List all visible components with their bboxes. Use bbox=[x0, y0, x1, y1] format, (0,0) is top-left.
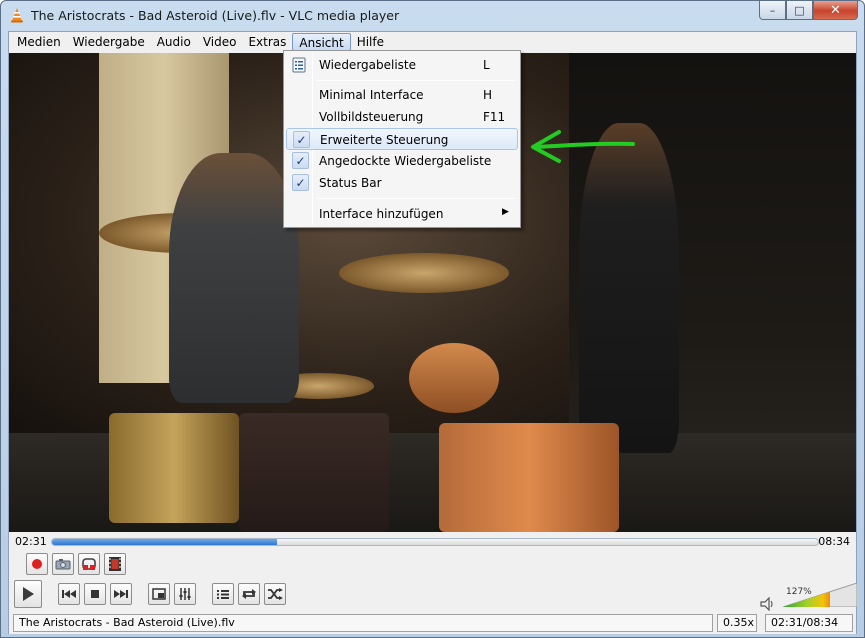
menu-item-label: Wiedergabeliste bbox=[319, 58, 417, 72]
frame-step-button[interactable] bbox=[104, 553, 126, 575]
close-button[interactable]: ✕ bbox=[813, 1, 858, 20]
fullscreen-button[interactable] bbox=[148, 583, 170, 605]
minimize-icon: – bbox=[769, 3, 776, 17]
snapshot-button[interactable] bbox=[52, 553, 74, 575]
checkmark-icon: ✓ bbox=[292, 174, 309, 191]
menu-item-interface-hinzufuegen[interactable]: Interface hinzufügen ▶ bbox=[286, 203, 518, 225]
menu-audio[interactable]: Audio bbox=[151, 33, 197, 51]
repeat-icon bbox=[242, 589, 256, 599]
elapsed-time: 02:31 bbox=[15, 535, 47, 548]
close-icon: ✕ bbox=[830, 2, 841, 18]
fullscreen-icon bbox=[152, 588, 166, 600]
status-filename: The Aristocrats - Bad Asteroid (Live).fl… bbox=[13, 614, 713, 632]
speaker-icon[interactable] bbox=[760, 597, 776, 611]
menu-separator bbox=[317, 80, 515, 81]
maximize-icon: □ bbox=[794, 3, 805, 17]
menu-item-shortcut: F11 bbox=[483, 110, 506, 124]
equalizer-button[interactable] bbox=[174, 583, 196, 605]
equalizer-icon bbox=[179, 588, 191, 600]
frame-step-icon bbox=[109, 557, 121, 571]
menu-item-label: Erweiterte Steuerung bbox=[320, 133, 449, 147]
playlist-button[interactable] bbox=[212, 583, 234, 605]
video-guitarist bbox=[579, 123, 679, 453]
menu-item-shortcut: H bbox=[483, 88, 493, 102]
previous-button[interactable] bbox=[58, 583, 80, 605]
seek-slider[interactable] bbox=[51, 538, 819, 546]
next-icon bbox=[114, 590, 128, 598]
menu-item-shortcut: L bbox=[483, 58, 490, 72]
video-drum bbox=[109, 413, 239, 523]
menu-ansicht[interactable]: Ansicht bbox=[292, 33, 351, 51]
stop-icon bbox=[91, 590, 99, 598]
menu-item-status-bar[interactable]: ✓ Status Bar bbox=[286, 172, 518, 194]
menu-item-label: Angedockte Wiedergabeliste bbox=[319, 154, 492, 168]
menu-item-wiedergabeliste[interactable]: Wiedergabeliste L bbox=[286, 54, 518, 76]
repeat-button[interactable] bbox=[238, 583, 260, 605]
menu-item-minimal-interface[interactable]: Minimal Interface H bbox=[286, 84, 518, 106]
stop-button[interactable] bbox=[84, 583, 106, 605]
window-title: The Aristocrats - Bad Asteroid (Live).fl… bbox=[31, 8, 400, 23]
record-icon bbox=[32, 559, 42, 569]
menu-video[interactable]: Video bbox=[197, 33, 243, 51]
submenu-arrow-icon: ▶ bbox=[502, 207, 509, 217]
video-drum bbox=[439, 423, 619, 532]
menu-item-label: Minimal Interface bbox=[319, 88, 424, 102]
play-button[interactable] bbox=[14, 580, 42, 608]
total-time: 08:34 bbox=[818, 535, 850, 548]
annotation-arrow-icon bbox=[531, 130, 635, 163]
menu-item-angedockte-wiedergabeliste[interactable]: ✓ Angedockte Wiedergabeliste bbox=[286, 150, 518, 172]
checkmark-icon: ✓ bbox=[292, 152, 309, 169]
menu-item-erweiterte-steuerung[interactable]: ✓ Erweiterte Steuerung bbox=[286, 128, 518, 150]
menu-item-vollbildsteuerung[interactable]: Vollbildsteuerung F11 bbox=[286, 106, 518, 128]
menu-hilfe[interactable]: Hilfe bbox=[351, 33, 390, 51]
maximize-button[interactable]: □ bbox=[786, 1, 813, 20]
status-speed[interactable]: 0.35x bbox=[717, 614, 757, 632]
seek-row: 02:31 08:34 bbox=[9, 532, 856, 552]
ansicht-menu: Wiedergabeliste L Minimal Interface H Vo… bbox=[283, 50, 521, 228]
video-drum bbox=[409, 343, 499, 413]
status-bar: The Aristocrats - Bad Asteroid (Live).fl… bbox=[9, 612, 856, 634]
record-button[interactable] bbox=[26, 553, 48, 575]
loop-ab-icon bbox=[82, 558, 96, 570]
snapshot-icon bbox=[55, 559, 71, 570]
menu-item-label: Vollbildsteuerung bbox=[319, 110, 424, 124]
previous-icon bbox=[62, 590, 76, 598]
menu-item-label: Interface hinzufügen bbox=[319, 207, 444, 221]
playlist-icon bbox=[292, 57, 306, 73]
next-button[interactable] bbox=[110, 583, 132, 605]
menu-wiedergabe[interactable]: Wiedergabe bbox=[67, 33, 151, 51]
menu-item-label: Status Bar bbox=[319, 176, 382, 190]
shuffle-button[interactable] bbox=[264, 583, 286, 605]
menu-medien[interactable]: Medien bbox=[11, 33, 67, 51]
vlc-cone-icon bbox=[11, 8, 23, 23]
play-icon bbox=[23, 587, 34, 601]
loop-ab-button[interactable] bbox=[78, 553, 100, 575]
video-drummer bbox=[169, 153, 299, 403]
checkmark-icon: ✓ bbox=[293, 131, 310, 148]
shuffle-icon bbox=[268, 588, 283, 600]
menu-extras[interactable]: Extras bbox=[242, 33, 292, 51]
seek-fill bbox=[52, 539, 277, 545]
playlist-icon bbox=[217, 590, 229, 599]
volume-slider[interactable] bbox=[783, 583, 857, 607]
video-drum bbox=[239, 413, 389, 532]
minimize-button[interactable]: – bbox=[759, 1, 786, 20]
status-time[interactable]: 02:31/08:34 bbox=[765, 614, 853, 632]
menu-separator bbox=[317, 198, 515, 199]
menu-bar: Medien Wiedergabe Audio Video Extras Ans… bbox=[9, 32, 856, 52]
video-cymbal bbox=[339, 253, 509, 293]
title-bar[interactable]: The Aristocrats - Bad Asteroid (Live).fl… bbox=[1, 1, 864, 31]
